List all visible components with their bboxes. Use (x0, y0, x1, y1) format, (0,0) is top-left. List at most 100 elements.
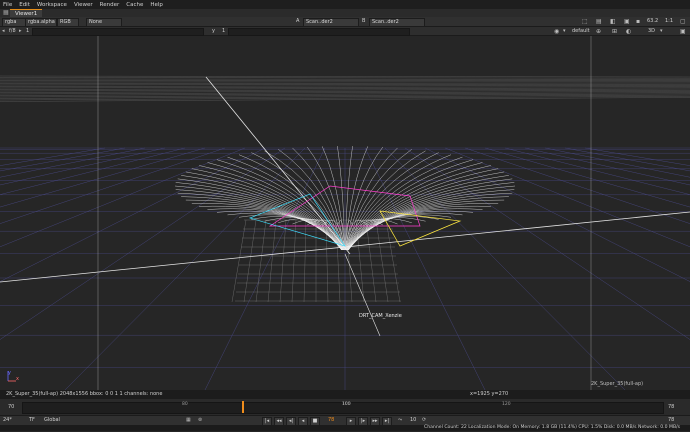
gamma-slider[interactable] (228, 28, 410, 36)
camera-icon[interactable]: ▣ (624, 17, 630, 26)
plate-grid-line (386, 220, 400, 302)
viewer-3d-viewport[interactable]: DRT_CAM_Xenzie y x 2K_Super_35(full-ap) (0, 36, 690, 390)
menu-render[interactable]: Render (100, 2, 120, 8)
expand-icon[interactable]: ▣ (680, 27, 686, 36)
timeline-start[interactable]: 70 (8, 403, 14, 412)
funnel-curve (181, 197, 342, 250)
ground-line (565, 148, 690, 390)
pane-menu-icon[interactable]: ▦ (3, 8, 9, 17)
status-bar: Channel Count: 22 Localization Mode: On … (0, 425, 690, 431)
axis-x-label: x (16, 375, 19, 384)
tab-bar: ▦ Viewer1 (0, 9, 690, 17)
playhead[interactable] (242, 401, 244, 413)
gain-value[interactable]: 1 (26, 27, 29, 36)
camera-label: DRT_CAM_Xenzie (359, 312, 402, 321)
coords-info: x=1925 y=270 (470, 390, 508, 399)
alpha-channel-select[interactable]: rgba.alpha (25, 18, 57, 27)
colorspace-select[interactable]: RGB (57, 18, 79, 27)
frame-step[interactable]: 10 (410, 416, 416, 425)
menu-file[interactable]: File (3, 2, 12, 8)
ground-line (585, 148, 690, 390)
funnel-curve (228, 157, 343, 250)
menu-edit[interactable]: Edit (19, 2, 30, 8)
plate-grid-line (244, 220, 256, 302)
view-mode-dropdown-icon[interactable]: ▾ (660, 27, 663, 36)
zoom-value[interactable]: 63.2 (647, 17, 658, 26)
current-frame[interactable]: 78 (328, 416, 334, 425)
plate-grid-line (304, 220, 306, 302)
ground-line (545, 148, 690, 390)
viewer-controls-bottom: ◂ f/8 ▸ 1 y 1 ◉ ▾ default ⊕ ⊞ ◐ 3D ▾ ▣ (0, 27, 690, 36)
axis-line (345, 254, 380, 336)
plate-grid-line (376, 220, 388, 302)
grid-icon[interactable]: ▤ (596, 17, 602, 26)
input-a-label: A (296, 17, 299, 26)
camera-dropdown-icon[interactable]: ▾ (563, 27, 566, 36)
ground-line (0, 148, 185, 390)
input-a-select[interactable]: Scan..der2 (303, 18, 359, 27)
flipbook-icon[interactable]: ▦ (186, 416, 191, 425)
format-info: 2K_Super_35(full-ap) 2048x1556 bbox: 0 0… (6, 390, 162, 399)
ground-line (505, 148, 690, 390)
camera-select[interactable]: default (572, 27, 590, 36)
roi-icon[interactable]: ⬚ (582, 17, 588, 26)
menu-cache[interactable]: Cache (126, 2, 143, 8)
global-select[interactable]: Global (44, 416, 60, 425)
ground-line (0, 148, 125, 390)
fullscreen-icon[interactable]: ▢ (680, 17, 686, 26)
timeline-tick: 80 (182, 402, 188, 407)
plate-grid-line (292, 220, 296, 302)
ground-line (445, 148, 690, 390)
funnel-curve (347, 157, 462, 250)
lock-icon[interactable]: ▪ (636, 17, 640, 26)
ground-line (0, 148, 265, 390)
input-b-label: B (362, 17, 365, 26)
ground-line (0, 148, 145, 390)
horizon-line (0, 87, 690, 88)
gain-arrow-icon[interactable]: ◂ (2, 27, 5, 36)
gamma-y-label: y (212, 27, 215, 36)
viewer-controls-top: rgba rgba.alpha RGB None A Scan..der2 B … (0, 17, 690, 27)
funnel-curve (346, 147, 383, 250)
fps-select[interactable]: 24* (3, 416, 12, 425)
input-b-select[interactable]: Scan..der2 (369, 18, 425, 27)
plate-grid-line (336, 220, 340, 302)
tf-select[interactable]: TF (29, 416, 35, 425)
clipping-icon[interactable]: ◧ (610, 17, 616, 26)
viewer-settings-icon[interactable]: ⊞ (612, 27, 617, 36)
ratio-value[interactable]: 1:1 (665, 17, 673, 26)
funnel-curve (292, 148, 343, 250)
timeline-tick: 120 (502, 402, 511, 407)
tab-viewer1[interactable]: Viewer1 (10, 9, 42, 17)
ground-line (0, 148, 205, 390)
format-label: 2K_Super_35(full-ap) (591, 380, 643, 389)
horizon-line (0, 93, 690, 96)
funnel-curve (345, 146, 367, 250)
funnel-curve (186, 200, 342, 250)
view-mode-select[interactable]: 3D (648, 27, 655, 36)
camera-node-icon: ◉ (554, 27, 559, 36)
timeline-end[interactable]: 78 (668, 403, 674, 412)
interactive-icon[interactable]: ◐ (626, 27, 631, 36)
timeline-tick: 100 (342, 402, 351, 407)
channels-select[interactable]: rgba (2, 18, 26, 27)
lock-camera-icon[interactable]: ⊕ (596, 27, 601, 36)
menu-help[interactable]: Help (150, 2, 163, 8)
plate-grid-line (232, 220, 246, 302)
lut-select[interactable]: None (86, 18, 122, 27)
gamma-value[interactable]: 1 (222, 27, 225, 36)
plate-grid-line (366, 220, 376, 302)
ground-line (0, 148, 105, 390)
funnel-curve (322, 146, 344, 250)
menu-bar: File Edit Workspace Viewer Render Cache Help (0, 0, 690, 9)
marker-icon[interactable]: ⊚ (198, 416, 202, 425)
menu-workspace[interactable]: Workspace (37, 2, 67, 8)
horizon-line (0, 76, 690, 77)
horizon-line (0, 78, 690, 79)
skip-icon[interactable]: ⤳ (398, 416, 402, 425)
scene-3d (0, 36, 690, 390)
gain-slider-icon[interactable]: ▸ (19, 27, 22, 36)
gain-slider[interactable] (32, 28, 204, 36)
timeline[interactable]: 70 80100100100120 78 (0, 399, 690, 415)
menu-viewer[interactable]: Viewer (74, 2, 93, 8)
